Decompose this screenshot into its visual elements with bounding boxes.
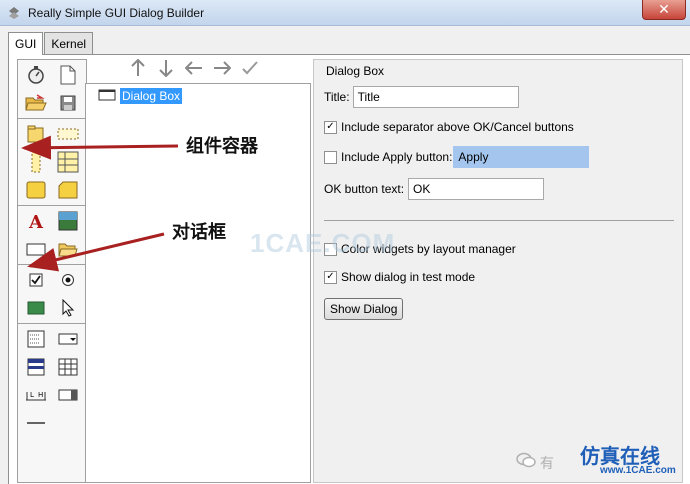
watermark: 1CAE.COM (250, 228, 396, 258)
wechat-icon (516, 452, 540, 471)
wechat-text: 有 (539, 455, 554, 471)
container-arrow (21, 135, 179, 160)
brand-url: www.1CAE.com (600, 465, 676, 476)
dialog-arrow (27, 232, 165, 272)
wechat-watermark: 有 (516, 452, 554, 473)
dialog-annotation: 对话框 (172, 222, 226, 243)
container-annotation: 组件容器 (186, 136, 258, 157)
tab-gui[interactable]: GUI (8, 32, 44, 55)
